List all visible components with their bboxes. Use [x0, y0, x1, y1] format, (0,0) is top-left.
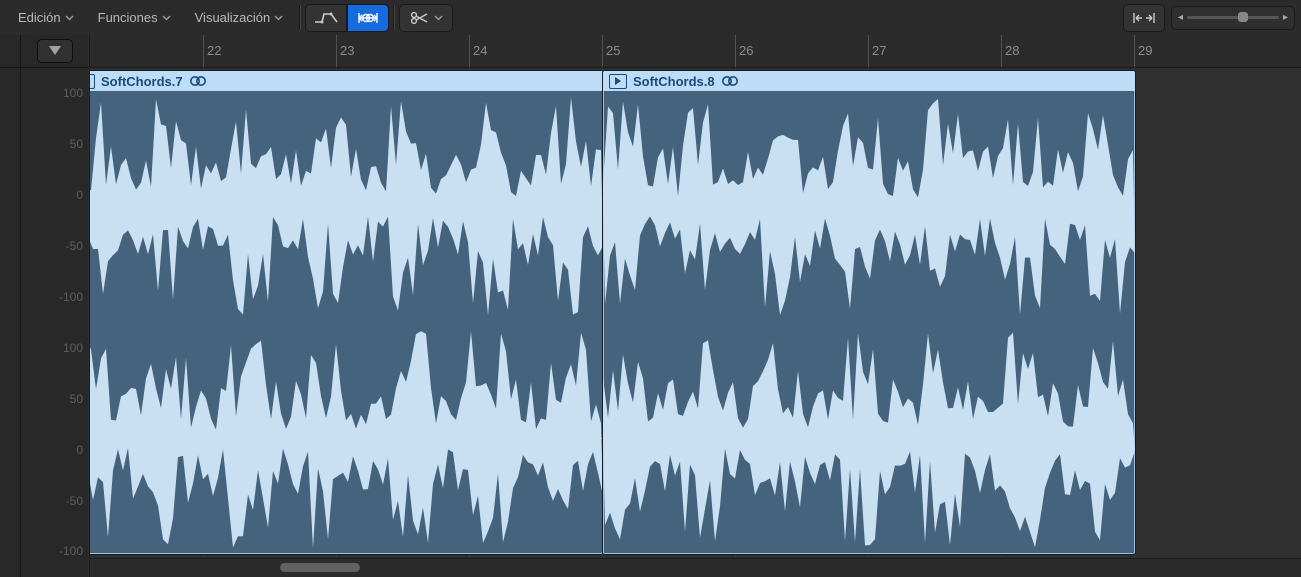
ruler-gutter	[0, 35, 21, 67]
waveform-right-icon	[90, 323, 603, 555]
waveform-right-icon	[603, 323, 1135, 555]
amplitude-tick-label: -50	[21, 239, 83, 253]
zoom-in-icon: ▸	[1283, 12, 1288, 23]
bar-label: 23	[340, 43, 354, 58]
bar-label: 26	[739, 43, 753, 58]
bar-label: 22	[207, 43, 221, 58]
bar-label: 25	[606, 43, 620, 58]
scissors-icon	[410, 11, 430, 25]
bar-tick	[469, 35, 470, 67]
bar-label: 29	[1138, 43, 1152, 58]
bar-tick	[336, 35, 337, 67]
region-name-label: SoftChords.8	[633, 74, 715, 89]
chevron-down-icon	[434, 15, 443, 21]
menu-edit[interactable]: Edición	[6, 0, 86, 35]
catch-playhead-button[interactable]	[37, 39, 73, 63]
menu-edit-label: Edición	[18, 10, 61, 25]
menu-view[interactable]: Visualización	[183, 0, 296, 35]
flex-button[interactable]	[347, 4, 389, 32]
zoom-track[interactable]	[1187, 16, 1279, 19]
fit-horizontal-button[interactable]	[1123, 4, 1165, 32]
region-header[interactable]: SoftChords.7	[90, 71, 603, 91]
amplitude-tick-label: 100	[21, 341, 83, 355]
audio-region[interactable]: SoftChords.7	[90, 70, 604, 555]
amplitude-tick-label: 50	[21, 137, 83, 151]
waveform-left-icon	[603, 91, 1135, 323]
bar-tick	[1134, 35, 1135, 67]
separator	[299, 6, 301, 30]
fit-horizontal-icon	[1132, 11, 1156, 25]
bar-tick	[1001, 35, 1002, 67]
amplitude-tick-label: -50	[21, 494, 83, 508]
chevron-down-icon	[162, 15, 171, 21]
play-icon[interactable]	[609, 74, 627, 89]
amplitude-column: 100 50 0 -50 -100 100 50 0 -50 -100	[21, 68, 90, 577]
horizontal-zoom-slider[interactable]: ◂ ▸	[1171, 6, 1295, 30]
waveform-left-icon	[90, 91, 603, 323]
menu-functions-label: Funciones	[98, 10, 158, 25]
tool-group-mode	[305, 4, 389, 32]
amplitude-tick-label: -100	[21, 290, 83, 304]
bar-label: 28	[1005, 43, 1019, 58]
amplitude-tick-label: -100	[21, 544, 83, 558]
loop-icon	[721, 74, 739, 88]
amplitude-tick-label: 0	[21, 188, 83, 202]
bar-tick	[735, 35, 736, 67]
menu-view-label: Visualización	[195, 10, 271, 25]
play-icon[interactable]	[90, 74, 95, 89]
amplitude-tick-label: 0	[21, 443, 83, 457]
region-header[interactable]: SoftChords.8	[603, 71, 1135, 91]
zoom-thumb[interactable]	[1238, 12, 1248, 22]
waveform-track-area[interactable]: SoftChords.7 SoftChords.8	[90, 68, 1301, 577]
scissors-tool-button[interactable]	[399, 4, 453, 32]
bar-tick	[868, 35, 869, 67]
loop-icon	[189, 74, 207, 88]
horizontal-scrollbar[interactable]	[90, 558, 1301, 577]
zoom-out-icon: ◂	[1178, 12, 1183, 23]
chevron-down-icon	[65, 15, 74, 21]
amplitude-tick-label: 50	[21, 392, 83, 406]
chevron-down-icon	[274, 15, 283, 21]
body-gutter	[0, 68, 21, 577]
bar-ruler[interactable]: 212223242526272829	[90, 35, 1301, 67]
horizontal-scroll-thumb[interactable]	[280, 563, 360, 572]
flex-icon	[356, 11, 380, 25]
catch-playhead-icon	[48, 45, 62, 57]
region-name-label: SoftChords.7	[101, 74, 183, 89]
separator	[393, 6, 395, 30]
automation-curve-button[interactable]	[305, 4, 347, 32]
ruler-left-cell	[21, 35, 90, 67]
amplitude-tick-label: 100	[21, 86, 83, 100]
bar-tick	[602, 35, 603, 67]
bar-label: 27	[872, 43, 886, 58]
menu-functions[interactable]: Funciones	[86, 0, 183, 35]
audio-region[interactable]: SoftChords.8	[602, 70, 1136, 555]
bar-tick	[203, 35, 204, 67]
bar-label: 24	[473, 43, 487, 58]
automation-curve-icon	[314, 11, 338, 25]
